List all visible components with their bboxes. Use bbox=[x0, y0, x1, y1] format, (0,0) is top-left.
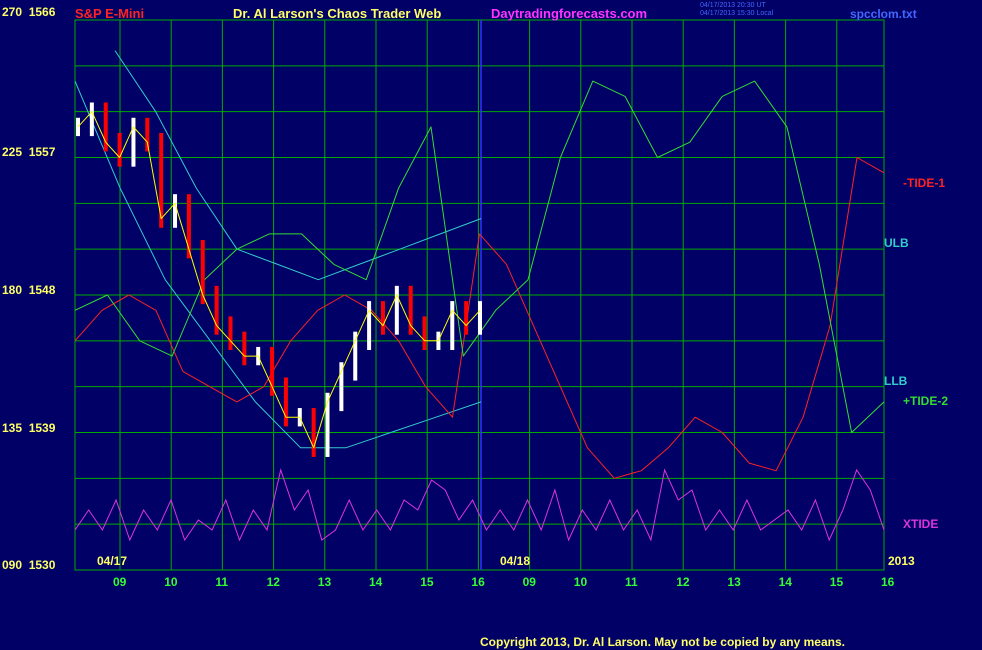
price-bar bbox=[450, 301, 455, 350]
x-tick-label: 09 bbox=[522, 575, 536, 589]
price-bar bbox=[159, 133, 164, 228]
upper-band-series bbox=[114, 50, 482, 281]
x-tick-label: 15 bbox=[420, 575, 434, 589]
average-series bbox=[77, 111, 481, 449]
legend-xtide: XTIDE bbox=[903, 517, 939, 531]
price-bar bbox=[173, 194, 178, 228]
legend-tide1: -TIDE-1 bbox=[903, 176, 945, 190]
price-bar bbox=[353, 331, 358, 381]
y-label-270: 270 1566 bbox=[2, 5, 56, 19]
price-bars bbox=[76, 102, 482, 457]
price-bar bbox=[117, 133, 122, 167]
price-bar bbox=[89, 102, 94, 137]
x-tick-label: 09 bbox=[113, 575, 127, 589]
price-bar bbox=[131, 117, 136, 167]
price-bar bbox=[76, 117, 80, 137]
y-label-090: 090 1530 bbox=[2, 558, 56, 572]
site-link[interactable]: Daytradingforecasts.com bbox=[491, 6, 647, 21]
upper-band-line bbox=[114, 50, 482, 281]
price-bar bbox=[283, 377, 288, 427]
price-bar bbox=[145, 117, 150, 152]
tide2-series bbox=[74, 80, 885, 433]
y-label-225: 225 1557 bbox=[2, 145, 56, 159]
price-bar bbox=[380, 301, 385, 335]
legend-ulb: ULB bbox=[884, 236, 909, 250]
average-line bbox=[77, 111, 481, 449]
legend-llb: LLB bbox=[884, 374, 908, 388]
x-tick-label: 11 bbox=[215, 575, 229, 589]
x-tick-label: 12 bbox=[266, 575, 280, 589]
year-label: 2013 bbox=[888, 554, 915, 568]
price-bar bbox=[228, 316, 233, 350]
timestamp-ut: 04/17/2013 20:30 UT bbox=[700, 2, 766, 9]
price-bar bbox=[242, 331, 247, 366]
price-bar bbox=[311, 408, 316, 457]
timestamp-local: 04/17/2013 15:30 Local bbox=[700, 10, 774, 17]
tide2-line bbox=[74, 80, 885, 433]
x-tick-label: 14 bbox=[778, 575, 792, 589]
x-tick-label: 16 bbox=[881, 575, 895, 589]
x-tick-label: 11 bbox=[625, 575, 638, 589]
x-tick-label: 13 bbox=[727, 575, 741, 589]
symbol-label: S&P E-Mini bbox=[75, 6, 145, 21]
chart-canvas bbox=[74, 19, 885, 571]
chart-title: Dr. Al Larson's Chaos Trader Web bbox=[233, 6, 442, 21]
x-tick-label: 10 bbox=[164, 575, 178, 589]
xtide-series bbox=[74, 468, 885, 542]
price-bar bbox=[478, 301, 482, 335]
x-tick-label: 14 bbox=[369, 575, 383, 589]
chart-grid bbox=[74, 19, 885, 571]
price-bar bbox=[422, 316, 427, 350]
copyright-notice: Copyright 2013, Dr. Al Larson. May not b… bbox=[480, 635, 845, 649]
x-tick-label: 13 bbox=[317, 575, 332, 589]
y-label-180: 180 1548 bbox=[2, 283, 56, 297]
date-label-0417: 04/17 bbox=[97, 554, 128, 568]
price-bar bbox=[394, 285, 399, 335]
x-tick-label: 12 bbox=[676, 575, 690, 589]
data-file-label: spcclom.txt bbox=[850, 7, 917, 21]
x-tick-label: 16 bbox=[471, 575, 485, 589]
xtide-line bbox=[74, 468, 885, 542]
legend-tide2: +TIDE-2 bbox=[903, 394, 949, 408]
date-label-0418: 04/18 bbox=[500, 554, 531, 568]
x-tick-label: 15 bbox=[829, 575, 844, 589]
price-bar bbox=[270, 346, 275, 396]
x-tick-label: 10 bbox=[573, 575, 588, 589]
price-bar bbox=[464, 301, 469, 335]
y-label-135: 135 1539 bbox=[2, 421, 56, 435]
price-bar bbox=[367, 301, 372, 350]
